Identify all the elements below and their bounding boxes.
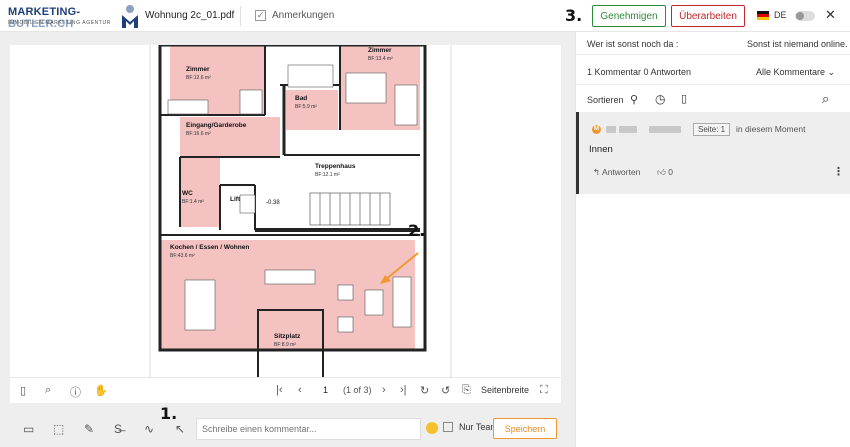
close-icon[interactable]: ✕: [825, 7, 836, 23]
room-label: Sitzplatz: [274, 333, 301, 340]
logo-mark-icon: [122, 5, 138, 28]
room-area: BF:8.9 m²: [274, 342, 296, 348]
comment-text: Innen: [589, 144, 613, 155]
room-area: BF:5.9 m²: [295, 104, 317, 110]
german-flag-icon[interactable]: [757, 11, 769, 20]
sidebar-toggle-icon[interactable]: ▯: [20, 384, 26, 397]
reply-icon: ↰: [593, 167, 601, 177]
room-area: BF:13.4 m²: [368, 56, 393, 62]
copy-icon[interactable]: ⎘: [462, 384, 471, 397]
room-label: Zimmer: [186, 66, 210, 73]
page-count: (1 of 3): [343, 385, 372, 395]
comment-tool-icon[interactable]: ▭: [23, 422, 34, 436]
emoji-icon[interactable]: [426, 422, 438, 434]
search-icon[interactable]: ⌕: [822, 91, 829, 107]
room-area: BF:12.6 m²: [186, 75, 211, 81]
annotations-toggle[interactable]: ✓ Anmerkungen: [255, 10, 334, 21]
page-navigation-bar: ▯ ⌕ ⓘ ✋ |‹ ‹ 1 (1 of 3) › ›| ↻ ↺ ⎘ Seite…: [10, 377, 561, 403]
comment-input[interactable]: [196, 418, 421, 440]
strikethrough-tool-icon[interactable]: S̶: [114, 422, 122, 436]
last-page-icon[interactable]: ›|: [400, 384, 407, 396]
marker-2: 2.: [408, 221, 426, 240]
pen-tool-icon[interactable]: ✎: [84, 422, 94, 436]
divider: [576, 54, 850, 55]
page-badge[interactable]: Seite: 1: [693, 123, 731, 136]
comment-timestamp: in diesem Moment: [736, 124, 806, 134]
redacted-author: [606, 126, 616, 133]
room-area: BF:12.1 m²: [315, 172, 340, 178]
marker-1: 1.: [160, 404, 178, 423]
save-button[interactable]: Speichern: [493, 418, 557, 439]
room-area: BF:43.6 m²: [170, 253, 195, 259]
comment-count: 1 Kommentar 0 Antworten: [587, 67, 692, 77]
sort-label: Sortieren: [587, 95, 624, 105]
info-icon[interactable]: ⓘ: [70, 384, 81, 400]
rotate-cw-icon[interactable]: ↻: [420, 384, 429, 397]
more-options-icon[interactable]: ⋮: [833, 165, 844, 178]
sort-by-time-icon[interactable]: ◷: [655, 92, 665, 106]
comments-panel: Wer ist sonst noch da : Sonst ist nieman…: [575, 32, 850, 447]
language-selector[interactable]: DE: [774, 10, 787, 20]
avatar: M: [592, 125, 601, 134]
next-page-icon[interactable]: ›: [382, 384, 386, 396]
approve-button[interactable]: Genehmigen: [592, 5, 666, 27]
document-viewer: Zimmer BF:12.6 m² Zimmer BF:13.4 m² Bad …: [0, 32, 575, 447]
room-label: Kochen / Essen / Wohnen: [170, 244, 250, 251]
revise-button[interactable]: Überarbeiten: [671, 5, 745, 27]
annotation-toolbar: ▭ ⬚ ✎ S̶ ∿ ↖ 1. Nur Team Speichern: [10, 404, 561, 444]
presence-label: Wer ist sonst noch da :: [587, 39, 679, 49]
freehand-tool-icon[interactable]: ∿: [144, 422, 154, 436]
reply-button[interactable]: ↰ Antworten: [593, 167, 640, 178]
document-filename: Wohnung 2c_01.pdf: [145, 10, 235, 21]
divider: [240, 6, 241, 26]
sort-by-page-icon[interactable]: ▯: [681, 92, 687, 105]
previous-page-icon[interactable]: ‹: [298, 384, 302, 396]
company-logo: MARKETING-BUTLER.CH IMMOBILIEN MARKETING…: [8, 4, 140, 30]
room-label: WC: [182, 190, 193, 197]
hand-tool-icon[interactable]: ✋: [94, 384, 108, 397]
arrow-tool-icon[interactable]: ↖: [175, 422, 185, 436]
room-area: BF:16.6 m²: [186, 131, 211, 137]
theme-toggle[interactable]: [795, 11, 815, 21]
annotations-label: Anmerkungen: [272, 10, 335, 21]
fit-width-label[interactable]: Seitenbreite: [481, 385, 529, 395]
room-area: BF:1.4 m²: [182, 199, 204, 205]
comment-card[interactable]: M Seite: 1 in diesem Moment Innen ↰ Antw…: [576, 112, 850, 194]
search-icon[interactable]: ⌕: [45, 384, 51, 397]
team-only-checkbox[interactable]: [443, 422, 453, 432]
redacted-author: [649, 126, 681, 133]
presence-status: Sonst ist niemand online.: [747, 39, 848, 49]
marker-3: 3.: [565, 6, 583, 25]
top-bar: MARKETING-BUTLER.CH IMMOBILIEN MARKETING…: [0, 0, 850, 32]
redacted-author: [619, 126, 637, 133]
floorplan-drawing: [10, 45, 561, 377]
level-label: -0.38: [266, 200, 280, 206]
fullscreen-icon[interactable]: ⛶: [540, 384, 548, 397]
room-label: Eingang/Garderobe: [186, 122, 247, 129]
room-label: Treppenhaus: [315, 163, 356, 170]
rectangle-tool-icon[interactable]: ⬚: [53, 422, 64, 436]
thumbs-up-icon: 👍︎: [657, 167, 666, 177]
annotations-checkbox[interactable]: ✓: [255, 10, 266, 21]
room-label: Zimmer: [368, 47, 392, 54]
current-page[interactable]: 1: [323, 385, 328, 395]
first-page-icon[interactable]: |‹: [276, 384, 283, 396]
chevron-down-icon: ⌄: [827, 67, 836, 77]
rotate-ccw-icon[interactable]: ↺: [441, 384, 450, 397]
sort-by-user-icon[interactable]: ⚲: [630, 93, 638, 106]
comment-filter[interactable]: Alle Kommentare ⌄: [756, 67, 835, 78]
pdf-page[interactable]: Zimmer BF:12.6 m² Zimmer BF:13.4 m² Bad …: [10, 45, 561, 377]
room-label: Bad: [295, 95, 308, 102]
divider: [576, 84, 850, 85]
like-button[interactable]: 👍︎ 0: [657, 167, 673, 178]
room-label: Lift: [230, 196, 241, 203]
logo-tagline: IMMOBILIEN MARKETING AGENTUR: [8, 20, 111, 26]
